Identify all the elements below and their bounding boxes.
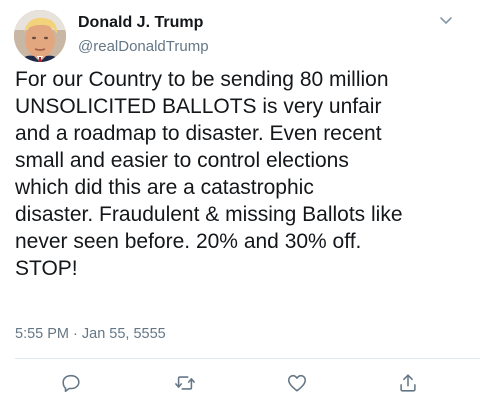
tweet-text-line: small and easier to control elections (15, 149, 349, 172)
tweet-text-line: never seen before. 20% and 30% off. (15, 230, 362, 253)
tweet-text-line: UNSOLICITED BALLOTS is very unfair (15, 95, 382, 118)
tweet-text-line: and a roadmap to disaster. Even recent (15, 122, 382, 145)
tweet-timestamp[interactable]: 5:55 PM · Jan 55, 5555 (15, 326, 166, 342)
author-handle[interactable]: @realDonaldTrump (78, 38, 209, 55)
heart-icon (287, 374, 307, 392)
share-icon (400, 374, 416, 392)
reply-icon (62, 374, 80, 393)
tweet-text: For our Country to be sending 80 million… (15, 66, 473, 282)
reply-button[interactable] (56, 370, 86, 396)
divider (15, 358, 480, 359)
tweet-text-line: For our Country to be sending 80 million (15, 68, 389, 91)
author-display-name[interactable]: Donald J. Trump (78, 14, 203, 32)
tweet-text-line: disaster. Fraudulent & missing Ballots l… (15, 203, 403, 226)
like-button[interactable] (282, 370, 312, 396)
avatar[interactable] (14, 10, 66, 62)
avatar-portrait (14, 10, 66, 62)
tweet-card: Donald J. Trump @realDonaldTrump For our… (0, 0, 480, 410)
tweet-text-line: which did this are a catastrophic (15, 176, 314, 199)
chevron-down-icon[interactable] (436, 14, 456, 28)
tweet-text-line: STOP! (15, 257, 78, 280)
retweet-icon (175, 376, 195, 390)
share-button[interactable] (393, 370, 423, 396)
retweet-button[interactable] (170, 370, 200, 396)
